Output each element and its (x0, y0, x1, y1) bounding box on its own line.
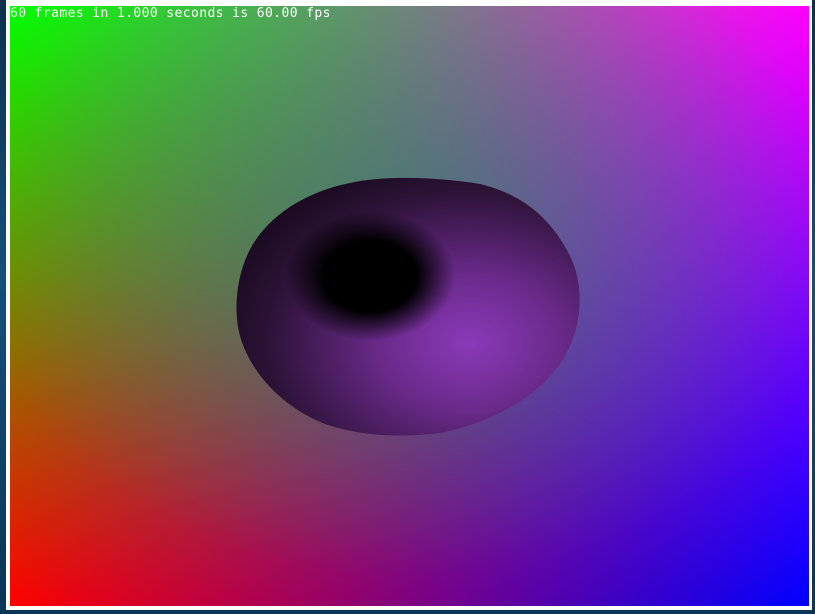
ellipsoid-dark-core (285, 211, 455, 341)
fps-counter-text: 60 frames in 1.000 seconds is 60.00 fps (10, 6, 331, 21)
gl-render-canvas[interactable] (10, 6, 809, 606)
